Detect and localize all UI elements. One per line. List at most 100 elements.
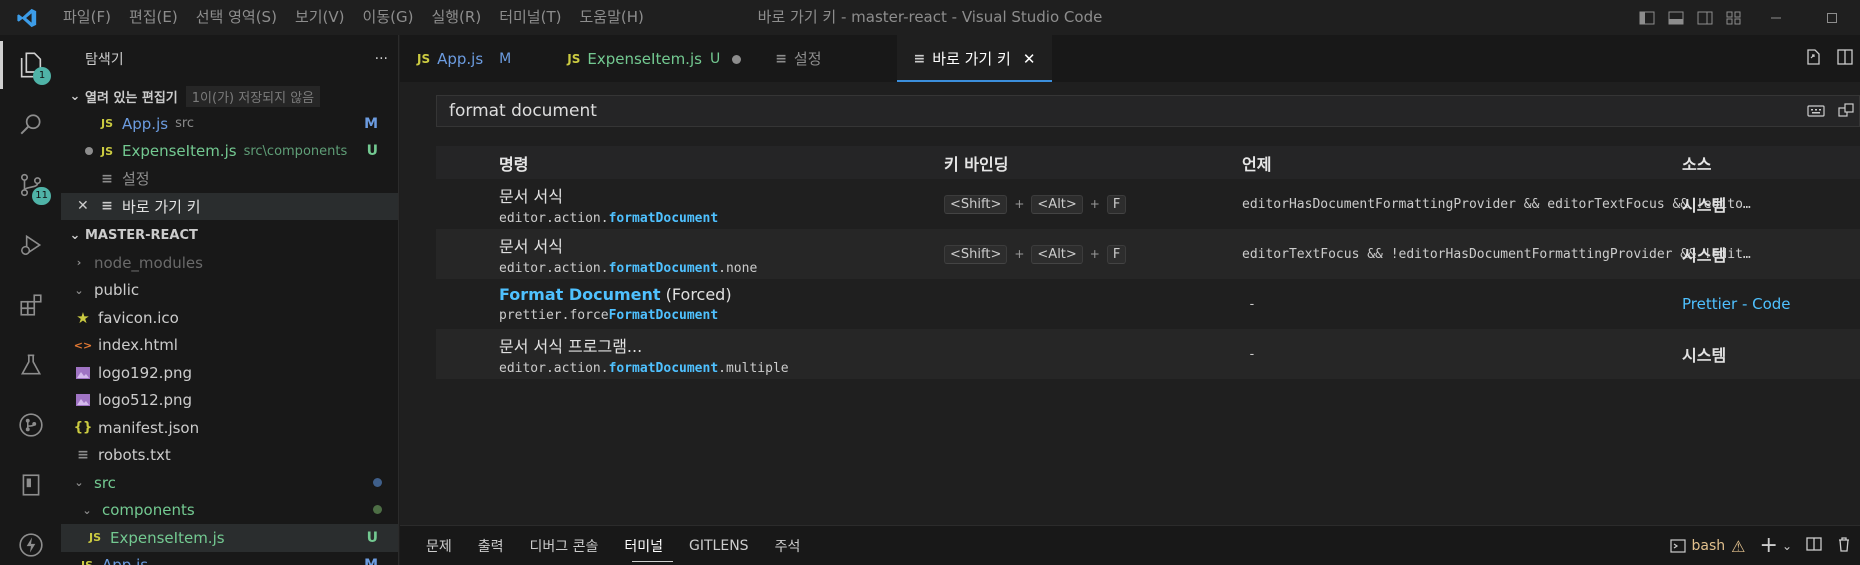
text-file-icon: ≡ [77,447,89,464]
customize-layout-icon[interactable] [1719,0,1748,35]
run-debug-icon[interactable] [0,215,61,275]
maximize-icon[interactable] [1804,0,1860,35]
command-id-prefix: editor.action. [499,360,609,376]
toggle-secondary-sidebar-icon[interactable] [1690,0,1719,35]
tab-keybindings[interactable]: ≡ 바로 가기 키 ✕ [896,35,1053,82]
toggle-primary-sidebar-icon[interactable] [1632,0,1661,35]
tree-favicon[interactable]: ★ favicon.ico [61,304,398,332]
menu-go[interactable]: 이동(G) [354,0,423,35]
terminal-selector[interactable]: bash ⚠ [1669,537,1746,556]
plus-icon: + [1759,533,1778,558]
explorer-icon[interactable]: 1 [0,35,61,95]
record-keys-icon[interactable] [1807,102,1825,125]
minimize-icon[interactable] [1748,0,1804,35]
table-row[interactable]: 문서 서식 editor.action.formatDocument.none … [436,229,1860,279]
command-id-suffix: .multiple [718,360,789,376]
remote-explorer-icon[interactable] [0,455,61,515]
header-source[interactable]: 소스 [1682,151,1711,175]
panel-actions: bash ⚠ + ⌄ [1669,526,1860,565]
close-icon[interactable]: ✕ [1023,50,1036,68]
split-terminal-icon[interactable] [1806,536,1822,556]
testing-icon[interactable] [0,335,61,395]
panel-tab-gitlens[interactable]: GITLENS [681,526,767,565]
when-cell: editorTextFocus && !editorHasDocumentFor… [1242,246,1752,262]
table-row[interactable]: 문서 서식 editor.action.formatDocument <Shif… [436,179,1860,229]
key-f: F [1106,245,1127,264]
menu-bar: 파일(F) 편집(E) 선택 영역(S) 보기(V) 이동(G) 실행(R) 터… [54,0,653,35]
when-cell: - [1248,346,1256,362]
tree-index-html[interactable]: <> index.html [61,332,398,360]
project-header[interactable]: ⌄ MASTER-REACT [61,222,398,249]
tree-node-modules[interactable]: › node_modules [61,249,398,277]
open-editors-header[interactable]: ⌄ 열려 있는 편집기 1이(가) 저장되지 않음 [61,83,398,110]
trash-icon[interactable] [1836,536,1852,556]
keybinding-cell: <Shift> + <Alt> + F [944,244,1127,264]
header-command[interactable]: 명령 [499,151,528,175]
title-bar: 파일(F) 편집(E) 선택 영역(S) 보기(V) 이동(G) 실행(R) 터… [0,0,1860,35]
panel-tab-output[interactable]: 출력 [470,526,522,565]
new-terminal-button[interactable]: + ⌄ [1760,535,1793,557]
open-keybindings-json-icon[interactable] [1804,48,1822,70]
explorer-sidebar: 탐색기 ··· ⌄ 열려 있는 편집기 1이(가) 저장되지 않음 JS App… [61,35,399,565]
tab-status: U [709,50,721,67]
tab-settings[interactable]: ≡ 설정 [758,35,838,82]
key-shift: <Shift> [944,195,1008,214]
panel-tab-debug-console[interactable]: 디버그 콘솔 [522,526,617,565]
panel-tab-comments[interactable]: 주석 [767,526,819,565]
menu-terminal[interactable]: 터미널(T) [490,0,570,35]
unsaved-dot-icon[interactable] [732,50,742,68]
panel-tab-problems[interactable]: 문제 [400,526,470,565]
more-actions-icon[interactable]: ··· [375,51,388,67]
menu-help[interactable]: 도움말(H) [570,0,652,35]
menu-edit[interactable]: 편집(E) [120,0,187,35]
search-icon[interactable] [0,95,61,155]
tree-public[interactable]: ⌄ public [61,277,398,305]
tree-expenseitem-js[interactable]: JS ExpenseItem.js U [61,524,398,552]
tree-components[interactable]: ⌄ components [61,497,398,525]
open-editor-app-js[interactable]: JS App.js src M [61,110,398,138]
tree-item-label: components [102,501,195,520]
chevron-down-icon[interactable]: ⌄ [1782,539,1792,553]
tree-item-label: logo512.png [98,391,192,410]
close-icon[interactable]: ✕ [77,198,97,214]
header-keybinding[interactable]: 키 바인딩 [944,151,1008,175]
menu-file[interactable]: 파일(F) [54,0,120,35]
open-editor-settings[interactable]: ≡ 설정 [61,165,398,193]
open-editor-keybindings[interactable]: ✕ ≡ 바로 가기 키 [61,192,398,220]
tree-app-js[interactable]: JS App.js M [61,552,398,565]
table-row[interactable]: Format Document (Forced) prettier.forceF… [436,279,1860,329]
gitlens-icon[interactable] [0,395,61,455]
open-editor-expenseitem-js[interactable]: JS ExpenseItem.js src\components U [61,138,398,166]
vscode-logo-icon[interactable] [0,7,54,29]
explorer-header: 탐색기 ··· [61,35,398,83]
toggle-panel-icon[interactable] [1661,0,1690,35]
table-row[interactable]: 문서 서식 프로그램... editor.action.formatDocume… [436,329,1860,379]
tab-status: M [499,50,512,67]
chevron-down-icon: ⌄ [69,89,81,104]
untracked-status: U [366,529,378,546]
menu-view[interactable]: 보기(V) [286,0,354,35]
explorer-title: 탐색기 [85,52,124,68]
lightning-icon[interactable] [0,515,61,565]
menu-run[interactable]: 실행(R) [422,0,490,35]
tree-manifest[interactable]: {} manifest.json [61,414,398,442]
keybindings-search-input[interactable]: format document [436,95,1860,127]
open-editor-name: App.js [122,114,169,133]
tree-src[interactable]: ⌄ src [61,469,398,497]
sort-by-precedence-icon[interactable] [1837,102,1855,125]
menu-selection[interactable]: 선택 영역(S) [187,0,286,35]
command-id-prefix: editor.action. [499,260,609,276]
tree-robots[interactable]: ≡ robots.txt [61,442,398,470]
extensions-icon[interactable] [0,275,61,335]
key-plus: + [1089,197,1100,211]
source-link[interactable]: Prettier - Code [1682,295,1791,313]
tree-logo512[interactable]: logo512.png [61,387,398,415]
header-when[interactable]: 언제 [1242,151,1271,175]
tab-app-js[interactable]: JS App.js M [400,35,528,82]
split-editor-icon[interactable] [1836,48,1854,70]
source-control-icon[interactable]: 11 [0,155,61,215]
unsaved-dot-icon[interactable] [81,147,97,156]
tree-logo192[interactable]: logo192.png [61,359,398,387]
tab-expenseitem-js[interactable]: JS ExpenseItem.js U [550,35,758,82]
panel-tab-terminal[interactable]: 터미널 [616,526,681,565]
